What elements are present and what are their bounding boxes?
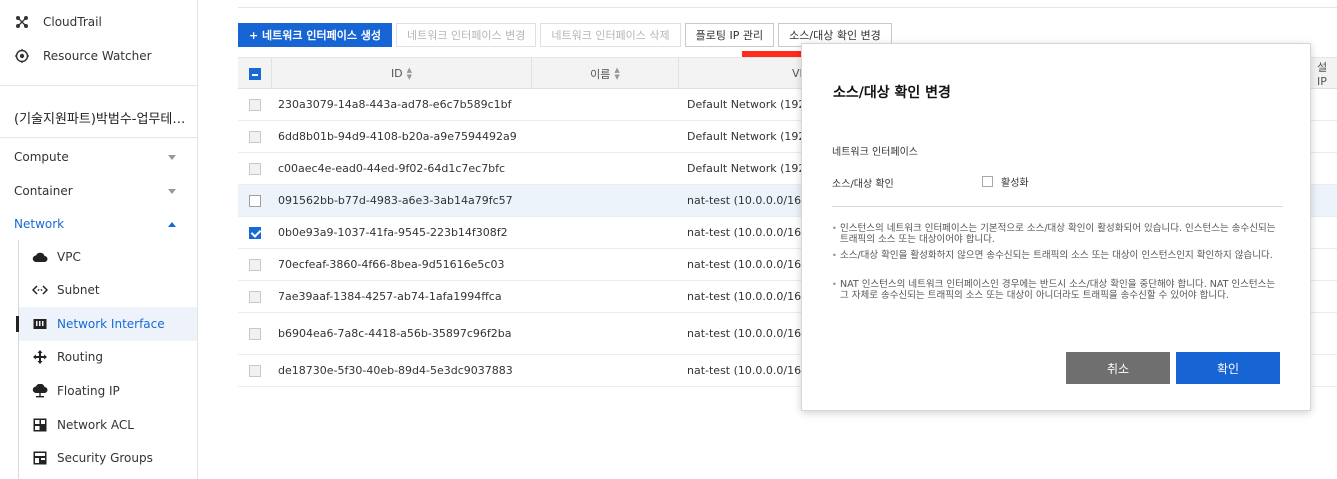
chevron-down-icon [168, 188, 176, 194]
row-vpc: nat-test (10.0.0.0/16) [687, 194, 806, 207]
sidebar-item-label: Subnet [57, 283, 100, 297]
confirm-button[interactable]: 확인 [1176, 352, 1280, 384]
row-checkbox[interactable] [249, 194, 261, 207]
row-id: 091562bb-b77d-4983-a6e3-3ab14a79fc57 [278, 194, 513, 207]
sidebar-item-security-groups[interactable]: Security Groups [32, 441, 197, 475]
delete-interface-button[interactable]: 네트워크 인터페이스 삭제 [540, 23, 681, 47]
security-groups-icon [32, 450, 48, 466]
sidebar-item-label: VPC [57, 250, 81, 264]
row-checkbox[interactable] [249, 226, 261, 239]
row-checkbox [249, 327, 261, 340]
sidebar-item-routing[interactable]: Routing [32, 340, 197, 374]
note-text: 인스턴스의 네트워크 인터페이스는 기본적으로 소스/대상 확인이 활성화되어 … [832, 223, 1284, 245]
source-dest-modal: 소스/대상 확인 변경 네트워크 인터페이스 소스/대상 확인 활성화 인스턴스… [801, 43, 1311, 411]
note-text: NAT 인스턴스의 네트워크 인터페이스인 경우에는 반드시 소스/대상 확인을… [832, 279, 1284, 301]
row-vpc: nat-test (10.0.0.0/16) [687, 290, 806, 303]
category-label: Compute [14, 150, 69, 164]
sidebar-item-network-interface[interactable]: Network Interface [19, 307, 197, 341]
create-interface-button[interactable]: + 네트워크 인터페이스 생성 [238, 23, 393, 47]
sidebar-item-resource-watcher[interactable]: Resource Watcher [14, 48, 152, 64]
toolbar: + 네트워크 인터페이스 생성 네트워크 인터페이스 변경 네트워크 인터페이스… [238, 23, 892, 47]
row-id: 230a3079-14a8-443a-ad78-e6c7b589c1bf [278, 98, 512, 111]
row-id: c00aec4e-ead0-44ed-9f02-64d1c7ec7bfc [278, 162, 506, 175]
row-checkbox [249, 162, 261, 175]
chevron-down-icon [168, 154, 176, 160]
column-header-name[interactable]: 이름 ▲ ▼ [532, 58, 679, 89]
select-all-checkbox[interactable] [248, 67, 261, 80]
enable-toggle[interactable]: 활성화 [982, 174, 1029, 189]
row-checkbox [249, 290, 261, 303]
row-checkbox [249, 98, 261, 111]
row-id: de18730e-5f30-40eb-89d4-5e3dc9037883 [278, 364, 513, 377]
note-text: 소스/대상 확인을 활성화하지 않으면 송수신되는 트래픽의 소스 또는 대상이… [832, 250, 1284, 261]
row-checkbox [249, 130, 261, 143]
resource-watcher-icon [14, 48, 30, 64]
row-checkbox [249, 364, 261, 377]
routing-icon [32, 349, 48, 365]
project-selector[interactable]: (기술지원파트)박범수-업무테… [14, 108, 185, 127]
modal-title: 소스/대상 확인 변경 [833, 85, 951, 101]
modal-divider [832, 206, 1283, 207]
sidebar-item-network-acl[interactable]: Network ACL [32, 408, 197, 442]
network-card-icon [32, 316, 48, 332]
sidebar-item-vpc[interactable]: VPC [32, 240, 197, 274]
sidebar-item-label: CloudTrail [43, 15, 102, 29]
column-header-id[interactable]: ID ▲ ▼ [272, 58, 532, 89]
sidebar-category-compute[interactable]: Compute [14, 150, 184, 164]
category-label: Network [14, 217, 65, 231]
source-dest-label: 소스/대상 확인 [832, 179, 894, 190]
sidebar-category-container[interactable]: Container [14, 184, 184, 198]
tree-line [18, 240, 19, 479]
row-checkbox [249, 258, 261, 271]
row-id: 7ae39aaf-1384-4257-ab74-1afa1994ffca [278, 290, 502, 303]
cloud-icon [32, 249, 48, 265]
floating-ip-icon [32, 383, 48, 399]
row-id: b6904ea6-7a8c-4418-a56b-35897c96f2ba [278, 327, 512, 340]
select-all-cell [238, 58, 272, 89]
row-vpc: nat-test (10.0.0.0/16) [687, 258, 806, 271]
row-vpc: nat-test (10.0.0.0/16) [687, 364, 806, 377]
header-label: 설 IP [1317, 61, 1328, 88]
sort-icon: ▲ ▼ [614, 65, 620, 81]
header-label: 이름 [590, 67, 611, 81]
sidebar-item-cloudtrail[interactable]: CloudTrail [14, 14, 102, 30]
row-vpc: nat-test (10.0.0.0/16) [687, 226, 806, 239]
row-id: 70ecfeaf-3860-4f66-8bea-9d51616e5c03 [278, 258, 505, 271]
content-divider [238, 7, 1337, 8]
network-acl-icon [32, 417, 48, 433]
sort-icon: ▲ ▼ [406, 65, 413, 81]
sidebar-category-network[interactable]: Network [14, 217, 184, 231]
enable-checkbox[interactable] [982, 176, 993, 187]
sidebar-item-label: Network ACL [57, 418, 134, 432]
manage-floating-ip-button[interactable]: 플로팅 IP 관리 [684, 23, 775, 47]
cancel-button[interactable]: 취소 [1066, 352, 1170, 384]
sidebar-item-label: Routing [57, 350, 104, 364]
sidebar-item-label: Security Groups [57, 451, 153, 465]
code-arrows-icon [32, 282, 48, 298]
header-label: ID [390, 67, 403, 80]
row-id: 6dd8b01b-94d9-4108-b20a-a9e7594492a9 [278, 130, 517, 143]
enable-label: 활성화 [1001, 178, 1029, 189]
category-label: Container [14, 184, 73, 198]
sidebar-item-label: Network Interface [57, 317, 165, 331]
modify-interface-button[interactable]: 네트워크 인터페이스 변경 [396, 23, 537, 47]
sidebar-item-floating-ip[interactable]: Floating IP [32, 374, 197, 408]
row-id: 0b0e93a9-1037-41fa-9545-223b14f308f2 [278, 226, 508, 239]
sidebar: CloudTrail Resource Watcher (기술지원파트)박범수-… [0, 0, 198, 479]
sidebar-item-label: Floating IP [57, 384, 120, 398]
sidebar-item-subnet[interactable]: Subnet [32, 273, 197, 307]
sidebar-item-label: Resource Watcher [43, 49, 152, 63]
chevron-up-icon [168, 221, 176, 227]
interface-label: 네트워크 인터페이스 [832, 147, 918, 158]
cloudtrail-icon [14, 14, 30, 30]
sidebar-divider [0, 85, 197, 86]
row-vpc: nat-test (10.0.0.0/16) [687, 327, 806, 340]
sidebar-divider [0, 137, 197, 138]
